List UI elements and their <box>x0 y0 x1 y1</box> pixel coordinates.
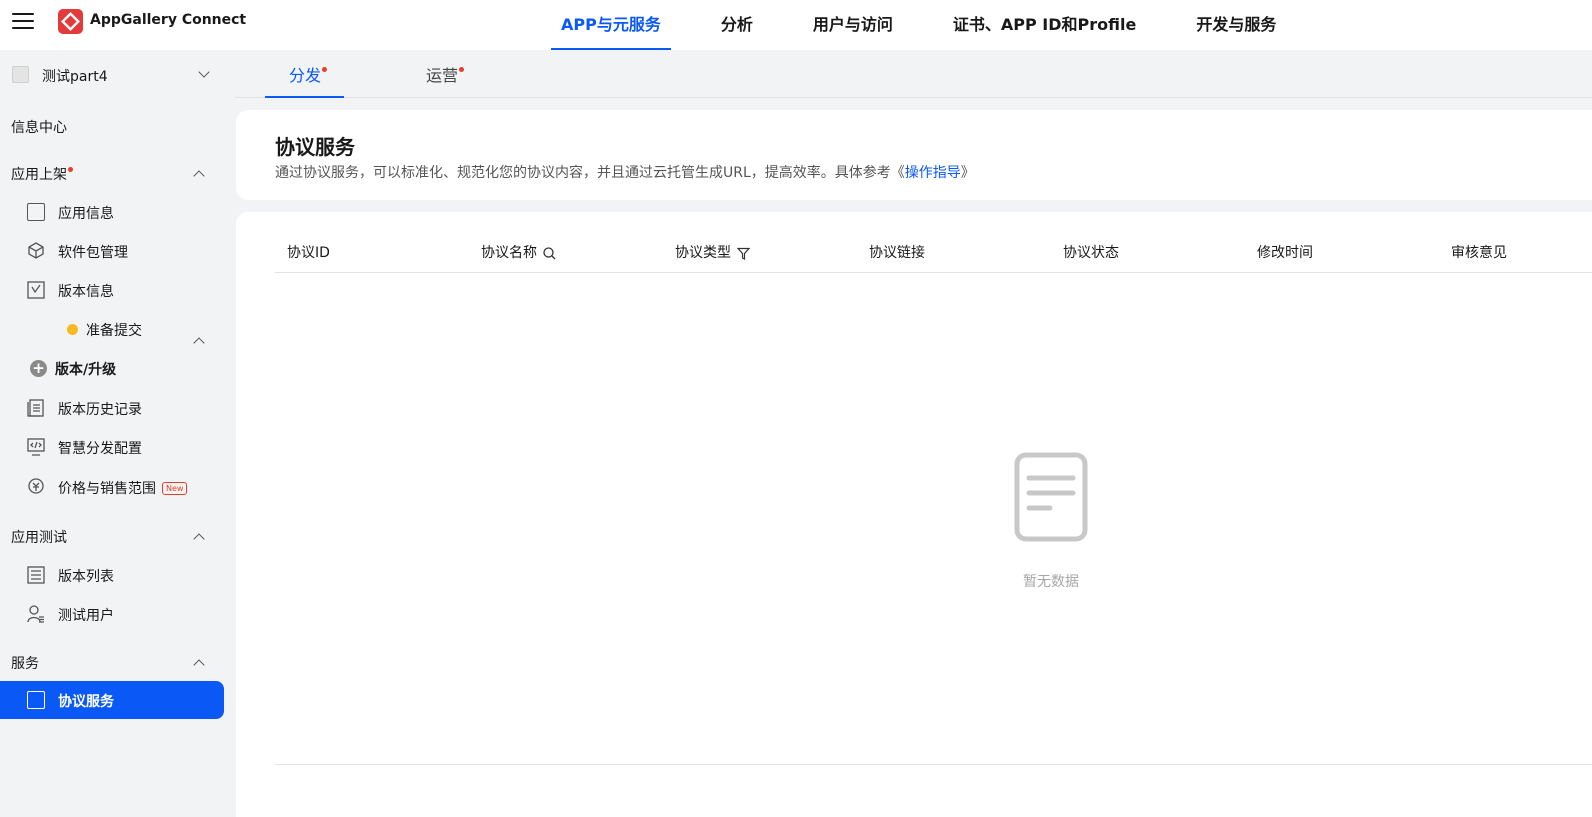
price-sales-label: 价格与销售范围 <box>58 481 156 497</box>
sidebar: 测试part4 信息中心 应用上架 应用信息 软件包管理 版本信息 准备提交 +… <box>0 50 235 817</box>
empty-state-text: 暂无数据 <box>1023 574 1079 590</box>
project-name: 测试part4 <box>42 69 108 85</box>
column-label: 协议名称 <box>481 245 537 261</box>
column-agreement-type: 协议类型 <box>675 242 750 262</box>
list-icon <box>27 566 45 584</box>
tab-label: 运营 <box>426 66 459 85</box>
app-info-icon <box>27 203 45 221</box>
version-info-icon <box>27 281 45 299</box>
sidebar-item-label: 版本历史记录 <box>58 402 142 418</box>
sidebar-item-version-upgrade[interactable]: + 版本/升级 <box>0 349 224 387</box>
notification-dot <box>459 67 465 72</box>
tab-operations[interactable]: 运营 <box>426 62 465 86</box>
nav-app-services[interactable]: APP与元服务 <box>551 0 671 50</box>
column-modified-time: 修改时间 <box>1257 245 1313 261</box>
sidebar-item-label: 版本/升级 <box>55 362 117 378</box>
desc-text: 通过协议服务，可以标准化、规范化您的协议内容，并且通过云托管生成URL，提高效率… <box>275 165 905 181</box>
appgallery-logo-icon <box>58 9 83 34</box>
active-tab-indicator <box>265 96 344 98</box>
code-config-icon <box>27 438 45 456</box>
sidebar-item-label: 测试用户 <box>58 608 114 624</box>
price-icon <box>28 478 44 494</box>
sidebar-item-label: 应用信息 <box>58 206 114 222</box>
search-icon[interactable] <box>543 246 556 260</box>
top-bar: AppGallery Connect APP与元服务 分析 用户与访问 证书、A… <box>0 0 1592 50</box>
sidebar-item-price-sales[interactable]: 价格与销售范围 New <box>0 468 224 506</box>
sidebar-item-test-users[interactable]: 测试用户 <box>0 595 224 633</box>
sidebar-item-label: 价格与销售范围 New <box>58 478 188 498</box>
page-title: 协议服务 <box>275 135 355 159</box>
sidebar-item-smart-distribution[interactable]: 智慧分发配置 <box>0 428 224 466</box>
brand-name: AppGallery Connect <box>90 12 247 28</box>
sidebar-item-version-history[interactable]: 版本历史记录 <box>0 389 224 427</box>
guide-link[interactable]: 操作指导 <box>905 165 961 181</box>
page-description: 通过协议服务，可以标准化、规范化您的协议内容，并且通过云托管生成URL，提高效率… <box>275 162 975 182</box>
sidebar-group-publish[interactable]: 应用上架 <box>11 164 73 184</box>
sidebar-group-services[interactable]: 服务 <box>11 653 39 673</box>
project-selector[interactable]: 测试part4 <box>0 60 235 90</box>
menu-icon[interactable] <box>12 13 34 31</box>
chevron-down-icon <box>198 66 210 78</box>
notification-dot <box>68 167 73 172</box>
status-pending-dot <box>67 324 78 335</box>
agreement-icon <box>27 691 45 709</box>
sidebar-item-package[interactable]: 软件包管理 <box>0 232 224 270</box>
filter-icon[interactable] <box>737 247 750 260</box>
add-icon: + <box>30 360 47 377</box>
table-header: 协议ID 协议名称 协议类型 协议链接 协议状态 修改时间 审核意见 <box>275 234 1592 273</box>
empty-document-icon <box>1014 452 1088 542</box>
agreement-table-card: 协议ID 协议名称 协议类型 协议链接 协议状态 修改时间 审核意见 暂无数据 <box>236 212 1592 817</box>
history-icon <box>27 399 44 417</box>
nav-analytics[interactable]: 分析 <box>711 0 763 50</box>
column-agreement-name: 协议名称 <box>481 242 556 262</box>
column-label: 协议类型 <box>675 245 731 261</box>
chevron-up-icon[interactable] <box>193 170 205 182</box>
sidebar-item-label: 版本信息 <box>58 284 114 300</box>
sidebar-item-agreement-service[interactable]: 协议服务 <box>0 681 224 719</box>
sidebar-item-app-info[interactable]: 应用信息 <box>0 193 224 231</box>
user-icon <box>27 605 44 623</box>
column-agreement-link: 协议链接 <box>869 245 925 261</box>
nav-certificates[interactable]: 证书、APP ID和Profile <box>943 0 1146 50</box>
nav-users-access[interactable]: 用户与访问 <box>803 0 903 50</box>
chevron-up-icon[interactable] <box>193 533 205 545</box>
column-review-comments: 审核意见 <box>1451 245 1507 261</box>
table-divider <box>275 764 1592 765</box>
sidebar-item-version-info[interactable]: 版本信息 <box>0 271 224 309</box>
tab-distribution[interactable]: 分发 <box>289 62 328 86</box>
sidebar-group-testing[interactable]: 应用测试 <box>11 527 67 547</box>
column-agreement-status: 协议状态 <box>1063 245 1119 261</box>
chevron-up-icon[interactable] <box>193 659 205 671</box>
tab-label: 分发 <box>289 66 322 85</box>
sidebar-item-label: 版本列表 <box>58 569 114 585</box>
notification-dot <box>322 67 328 72</box>
top-nav: APP与元服务 分析 用户与访问 证书、APP ID和Profile 开发与服务 <box>551 0 1326 50</box>
column-agreement-id: 协议ID <box>287 245 330 261</box>
project-avatar <box>12 66 29 83</box>
sidebar-item-label: 智慧分发配置 <box>58 441 142 457</box>
sidebar-item-label: 软件包管理 <box>58 245 128 261</box>
sidebar-info-center[interactable]: 信息中心 <box>11 117 67 137</box>
new-badge: New <box>162 482 188 495</box>
sidebar-item-version-list[interactable]: 版本列表 <box>0 556 224 594</box>
desc-suffix: 》 <box>960 165 975 181</box>
sidebar-item-ready-submit[interactable]: 准备提交 <box>0 310 224 348</box>
sidebar-item-label: 准备提交 <box>86 323 142 339</box>
page-header-card: 协议服务 通过协议服务，可以标准化、规范化您的协议内容，并且通过云托管生成URL… <box>236 110 1592 200</box>
nav-dev-services[interactable]: 开发与服务 <box>1186 0 1286 50</box>
package-icon <box>28 242 44 259</box>
tab-bar: 分发 运营 <box>235 50 1592 98</box>
sidebar-item-label: 协议服务 <box>58 694 114 710</box>
group-label: 应用上架 <box>11 167 67 183</box>
